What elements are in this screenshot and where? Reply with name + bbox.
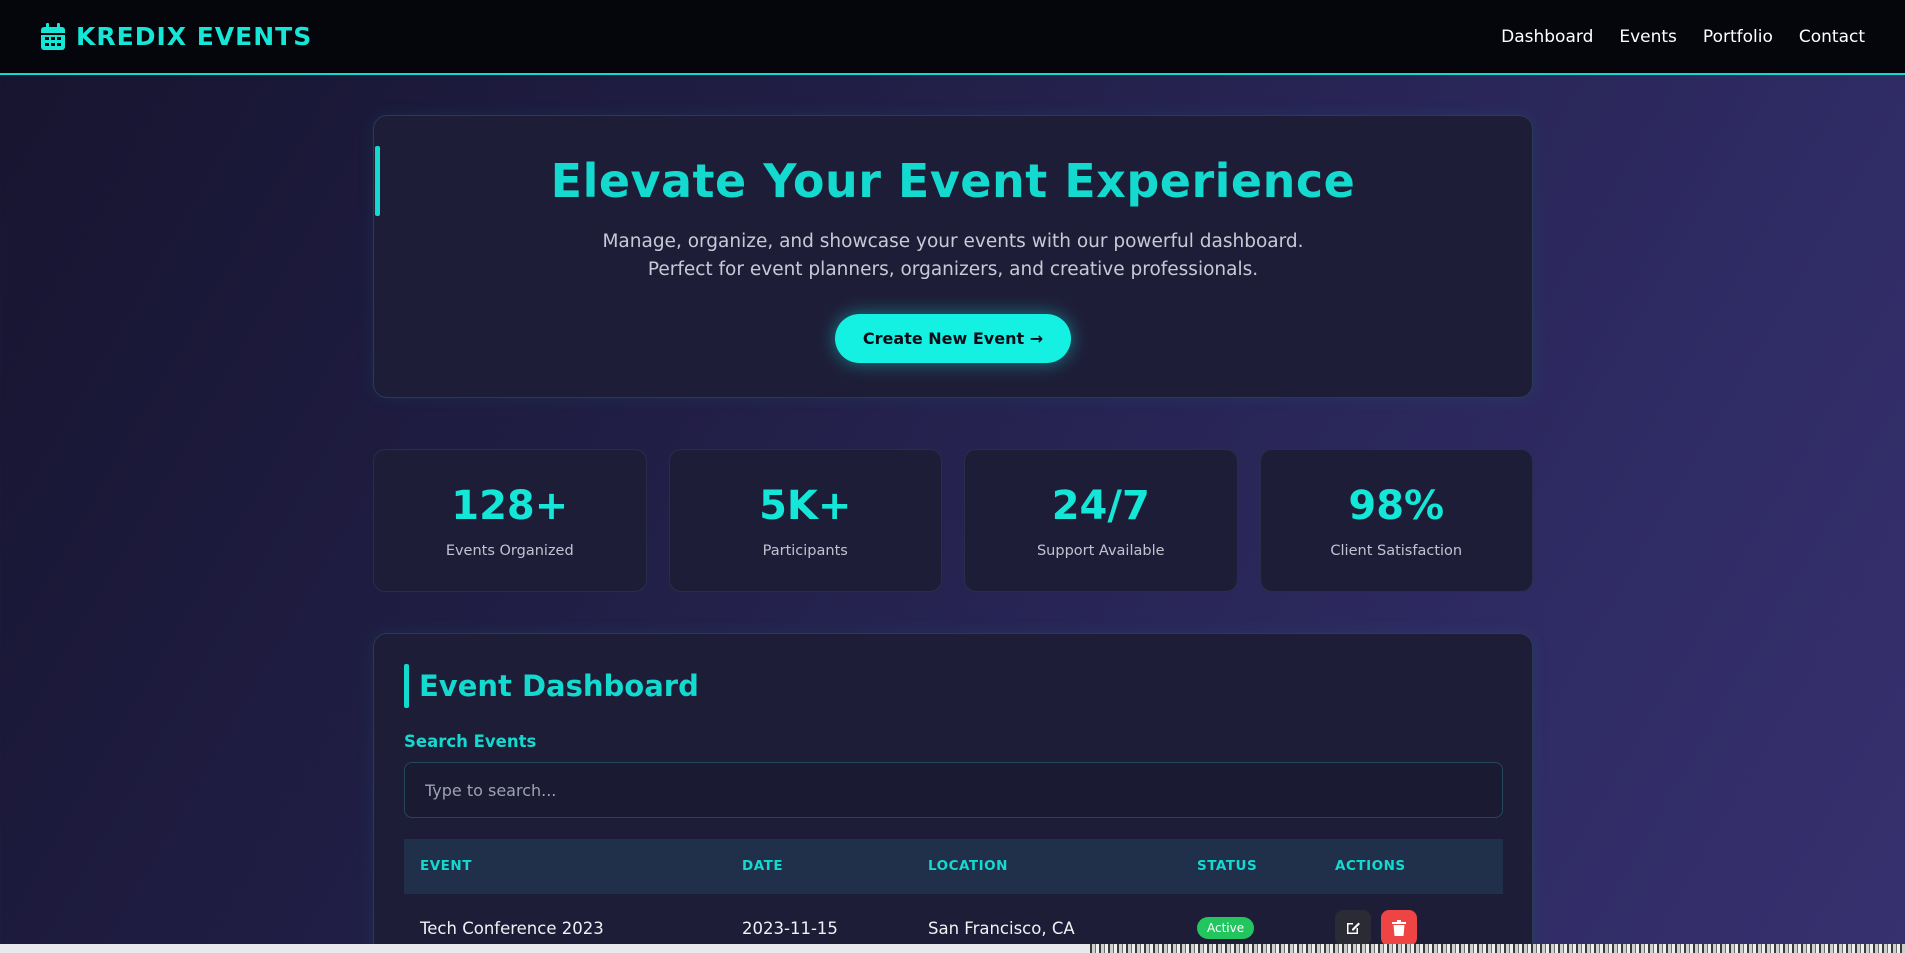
- stats-row: 128+ Events Organized 5K+ Participants 2…: [373, 449, 1533, 592]
- table-header: EVENT DATE LOCATION STATUS ACTIONS: [404, 839, 1503, 893]
- status-badge: Active: [1197, 917, 1255, 940]
- stat-value: 128+: [451, 483, 569, 529]
- hero-subtitle: Manage, organize, and showcase your even…: [374, 228, 1532, 284]
- column-header-location[interactable]: LOCATION: [912, 839, 1181, 893]
- column-header-status[interactable]: STATUS: [1181, 839, 1319, 893]
- edit-icon: [1347, 922, 1360, 935]
- search-label: Search Events: [404, 732, 537, 751]
- nav-link-events[interactable]: Events: [1619, 27, 1677, 47]
- column-header-date[interactable]: DATE: [726, 839, 912, 893]
- hero-subtitle-line-2: Perfect for event planners, organizers, …: [647, 259, 1259, 280]
- arrow-right-icon: →: [1029, 329, 1044, 348]
- stat-label: Client Satisfaction: [1330, 543, 1463, 559]
- stat-value: 24/7: [1051, 483, 1150, 529]
- table-header-row: EVENT DATE LOCATION STATUS ACTIONS: [404, 839, 1503, 893]
- stat-value: 5K+: [759, 483, 852, 529]
- stat-label: Support Available: [1036, 543, 1165, 559]
- row-actions: [1335, 910, 1487, 947]
- nav-link-contact[interactable]: Contact: [1799, 27, 1865, 47]
- event-dashboard-panel: Event Dashboard Search Events EVENT DATE…: [373, 633, 1533, 953]
- hero-section: Elevate Your Event Experience Manage, or…: [373, 115, 1533, 398]
- brand-name: KREDIX EVENTS: [76, 22, 313, 51]
- events-table: EVENT DATE LOCATION STATUS ACTIONS Tech …: [404, 839, 1503, 953]
- dashboard-accent-bar: [404, 664, 409, 708]
- hero-accent-bar: [375, 146, 380, 216]
- hero-title: Elevate Your Event Experience: [550, 154, 1356, 208]
- stat-label: Participants: [762, 543, 848, 559]
- nav-link-portfolio[interactable]: Portfolio: [1703, 27, 1773, 47]
- stat-card-support: 24/7 Support Available: [964, 449, 1238, 592]
- stat-card-satisfaction: 98% Client Satisfaction: [1259, 449, 1533, 592]
- stat-card-events: 128+ Events Organized: [373, 449, 647, 592]
- stat-card-participants: 5K+ Participants: [668, 449, 942, 592]
- dashboard-heading: Event Dashboard: [404, 664, 1502, 708]
- calendar-icon: [41, 22, 65, 50]
- search-input[interactable]: [404, 762, 1503, 818]
- column-header-actions: ACTIONS: [1335, 857, 1406, 874]
- trash-icon: [1392, 920, 1406, 937]
- stat-label: Events Organized: [445, 543, 574, 559]
- create-new-event-button[interactable]: Create New Event →: [834, 314, 1072, 363]
- column-header-event[interactable]: EVENT: [404, 839, 726, 893]
- nav-link-dashboard[interactable]: Dashboard: [1501, 27, 1593, 47]
- edit-button[interactable]: [1335, 910, 1371, 947]
- nav-links: Dashboard Events Portfolio Contact: [1501, 27, 1865, 47]
- hero-subtitle-line-1: Manage, organize, and showcase your even…: [602, 231, 1304, 252]
- bottom-edge-artifact: [1090, 944, 1905, 953]
- top-navbar: KREDIX EVENTS Dashboard Events Portfolio…: [0, 0, 1905, 75]
- delete-button[interactable]: [1381, 910, 1417, 947]
- create-new-event-label: Create New Event: [862, 329, 1025, 348]
- stat-value: 98%: [1348, 483, 1445, 529]
- dashboard-title: Event Dashboard: [419, 669, 699, 703]
- brand[interactable]: KREDIX EVENTS: [40, 22, 312, 51]
